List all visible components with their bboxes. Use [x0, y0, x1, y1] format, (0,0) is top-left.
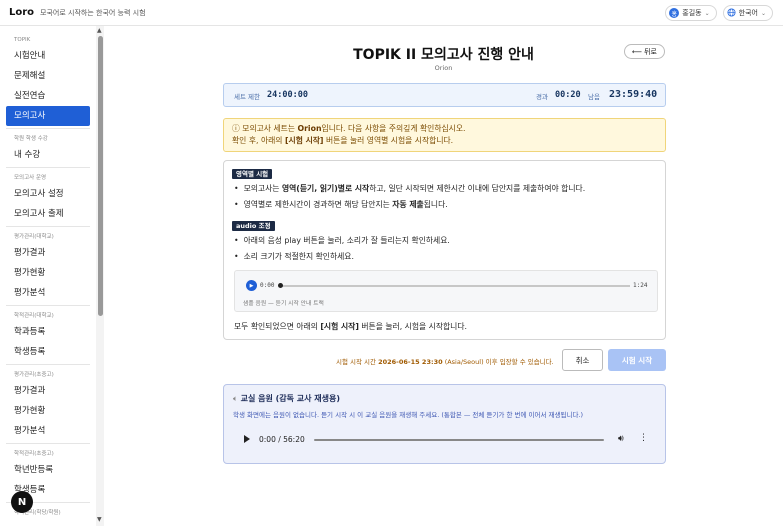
section-tag: 영역별 시험 — [232, 169, 273, 179]
sidebar-item[interactable]: 실전연습 — [0, 86, 96, 106]
sidebar-divider — [6, 167, 90, 168]
back-button[interactable]: ⟵ 뒤로 — [624, 44, 665, 59]
sidebar-item[interactable]: 시험안내 — [0, 46, 96, 66]
sidebar-group-label: 학적관리(초중고) — [14, 451, 54, 457]
audio-tag: audio 조정 — [232, 221, 275, 231]
sample-audio-player: ▶ 0:00 1:24 샘플 음원 — 듣기 시작 안내 트랙 — [234, 270, 658, 312]
sidebar-item[interactable]: 평가현황 — [0, 263, 96, 283]
instructions-card: 영역별 시험 모의고사는 영역(듣기, 읽기)별로 시작하고, 일단 시작되면 … — [223, 160, 666, 340]
sidebar-item[interactable]: 평가결과 — [0, 243, 96, 263]
sidebar-item[interactable]: 모의고사 설정 — [0, 184, 96, 204]
sidebar-group-label: 학원 학생 수강 — [14, 136, 48, 142]
sidebar-item[interactable]: 학년반등록 — [0, 460, 96, 480]
remaining-label: 남음 — [588, 93, 600, 101]
sidebar-group-label: 평가관리(초중고) — [14, 372, 54, 378]
cancel-button[interactable]: 취소 — [562, 349, 603, 371]
sidebar-item[interactable]: 문제해설 — [0, 66, 96, 86]
arrow-left-icon: ⟵ — [632, 47, 643, 56]
brand-tagline: 모국어로 시작하는 한국어 능력 시험 — [40, 8, 146, 17]
user-menu-button[interactable]: 홍 홍길동 ⌄ — [665, 5, 717, 21]
sidebar: TOPIK 시험안내 문제해설 실전연습 모의고사학원 학생 수강내 수강모의고사 운영… — [0, 26, 96, 526]
sample-caption: 샘플 음원 — 듣기 시작 안내 트랙 — [243, 301, 324, 307]
sidebar-item[interactable]: 평가결과 — [0, 381, 96, 401]
sidebar-item[interactable]: 학생등록 — [0, 342, 96, 362]
sidebar-divider — [6, 226, 90, 227]
sidebar-item[interactable]: 평가분석 — [0, 283, 96, 303]
top-bar: Loro 모국어로 시작하는 한국어 능력 시험 홍 홍길동 ⌄ 한국어 ⌄ — [0, 0, 783, 26]
timer-bar: 세트 제한 24:00:00 경과 00:20 남음 23:59:40 — [223, 83, 666, 107]
play-icon[interactable]: ▶ — [246, 280, 257, 291]
start-exam-button[interactable]: 시험 시작 — [608, 349, 666, 371]
elapsed-value: 00:20 — [555, 90, 581, 100]
start-time-note: 시험 시작 시간 2026-06-15 23:30 (Asia/Seoul) 이… — [336, 358, 554, 366]
class-audio-title: 🔈︎ 교실 음원 (감독 교사 재생용) — [233, 394, 341, 403]
sidebar-divider — [6, 443, 90, 444]
card-footer-text: 모두 확인되었으면 아래의 [시험 시작] 버튼을 눌러, 시험을 시작합니다. — [234, 322, 468, 331]
top-right-controls: 홍 홍길동 ⌄ 한국어 ⌄ — [665, 5, 773, 21]
class-audio-panel: 🔈︎ 교실 음원 (감독 교사 재생용) 학생 화면에는 음원이 없습니다. 듣… — [223, 384, 666, 464]
play-icon[interactable] — [244, 435, 250, 443]
sidebar-item[interactable]: 내 수강 — [0, 145, 96, 165]
n-badge[interactable]: N — [11, 491, 33, 513]
sample-duration: 1:24 — [633, 282, 648, 289]
sidebar-group-label: 평가관리(대학교) — [14, 234, 54, 240]
sample-progress-track[interactable] — [280, 285, 630, 287]
user-name: 홍길동 — [682, 9, 702, 17]
audio-bullet-1: 아래의 음성 play 버튼을 눌러, 소리가 잘 들리는지 확인하세요. — [234, 235, 450, 246]
globe-icon — [727, 7, 736, 19]
remaining-value: 23:59:40 — [609, 89, 658, 100]
sidebar-group-label: 학적관리(대학교) — [14, 313, 54, 319]
sidebar-group-label: 모의고사 운영 — [14, 175, 47, 181]
sample-progress-knob[interactable] — [278, 283, 283, 288]
sidebar-item[interactable]: 평가현황 — [0, 401, 96, 421]
main-content: TOPIK II 모의고사 진행 안내 Orion ⟵ 뒤로 세트 제한 24:… — [104, 26, 783, 526]
section-bullet-2: 영역별로 제한시간이 경과하면 해당 답안지는 자동 제출됩니다. — [234, 199, 448, 210]
brand-logo[interactable]: Loro — [9, 7, 34, 18]
volume-icon[interactable]: 🔊︎ — [618, 434, 624, 444]
class-audio-time: 0:00 / 56:20 — [259, 435, 305, 444]
audio-bullet-2: 소리 크기가 적절한지 확인하세요. — [234, 251, 354, 262]
more-options-icon[interactable]: ⋮ — [639, 433, 648, 443]
sidebar-scroll-thumb[interactable] — [98, 36, 103, 316]
sidebar-item[interactable]: 평가분석 — [0, 421, 96, 441]
notice-box: ⓘ 모의고사 세트는 Orion입니다. 다음 사항을 주의깊게 확인하십시오.… — [223, 118, 666, 152]
sample-current-time: 0:00 — [260, 282, 275, 289]
sidebar-item[interactable]: 모의고사 — [6, 106, 90, 126]
notice-line-1: ⓘ 모의고사 세트는 Orion입니다. 다음 사항을 주의깊게 확인하십시오. — [232, 124, 466, 133]
scroll-up-arrow-icon[interactable]: ▲ — [97, 27, 102, 34]
class-audio-progress-track[interactable] — [314, 439, 604, 441]
chevron-down-icon: ⌄ — [760, 9, 766, 17]
sidebar-group-label: TOPIK — [14, 37, 31, 43]
back-button-label: 뒤로 — [644, 47, 657, 56]
section-bullet-1: 모의고사는 영역(듣기, 읽기)별로 시작하고, 일단 시작되면 제한시간 이내… — [234, 183, 586, 194]
language-label: 한국어 — [738, 9, 758, 17]
sidebar-divider — [6, 305, 90, 306]
sidebar-item[interactable]: 모의고사 출제 — [0, 204, 96, 224]
elapsed-label: 경과 — [536, 93, 548, 101]
set-limit-label: 세트 제한 — [234, 93, 260, 101]
sidebar-divider — [6, 128, 90, 129]
notice-line-2: 확인 후, 아래의 [시험 시작] 버튼을 눌러 영역별 시험을 시작합니다. — [232, 136, 454, 145]
scroll-down-arrow-icon[interactable]: ▼ — [97, 516, 102, 523]
chevron-down-icon: ⌄ — [704, 9, 710, 17]
sidebar-divider — [6, 364, 90, 365]
speaker-icon: 🔈︎ — [233, 394, 238, 403]
language-selector[interactable]: 한국어 ⌄ — [722, 5, 773, 21]
class-audio-player: 0:00 / 56:20 🔊︎ ⋮ — [232, 425, 652, 455]
user-avatar: 홍 — [669, 8, 680, 18]
class-audio-description: 학생 화면에는 음원이 없습니다. 듣기 시작 시 이 교실 음원을 재생해 주… — [233, 411, 584, 419]
set-limit-value: 24:00:00 — [267, 90, 308, 100]
page-title: TOPIK II 모의고사 진행 안내 — [353, 47, 534, 63]
set-name: Orion — [297, 124, 322, 133]
page-subtitle: Orion — [434, 64, 453, 72]
sidebar-item[interactable]: 학과등록 — [0, 322, 96, 342]
